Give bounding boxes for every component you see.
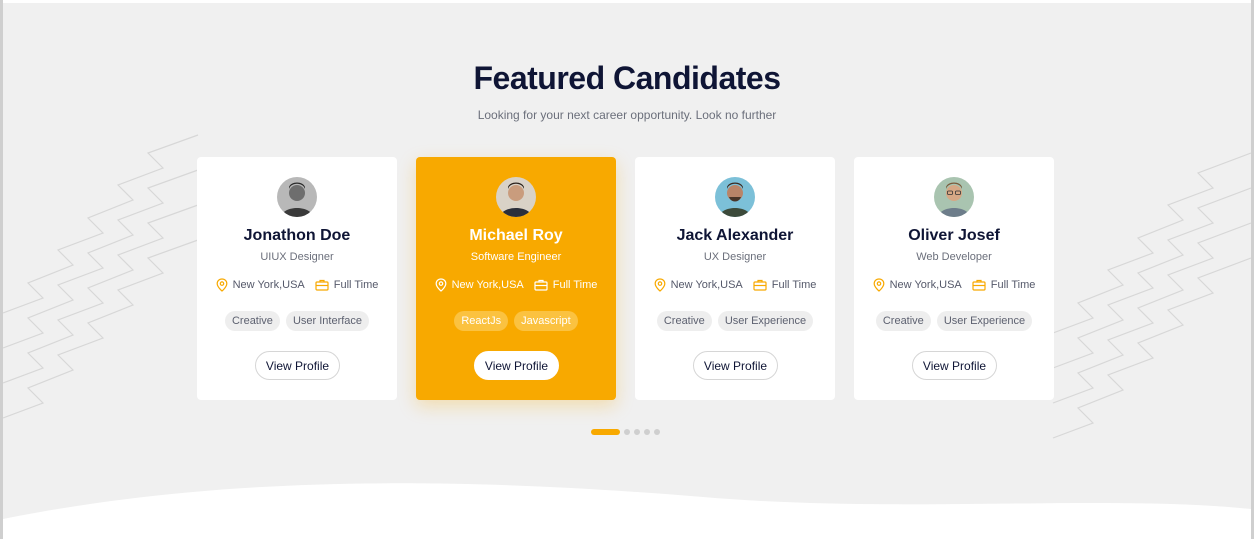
location-pin-icon [654, 278, 666, 292]
candidate-avatar [934, 177, 974, 217]
view-profile-button[interactable]: View Profile [255, 351, 340, 380]
pagination-dot-active[interactable] [591, 429, 620, 435]
candidate-location: New York,USA [232, 279, 305, 291]
skill-tag: Creative [224, 311, 280, 331]
skill-tag: ReactJs [454, 311, 509, 331]
candidate-role: Web Developer [916, 251, 992, 263]
bottom-wave [3, 483, 1251, 539]
candidate-card[interactable]: Jonathon Doe UIUX Designer New York,USA … [197, 157, 397, 400]
candidate-avatar [715, 177, 755, 217]
candidate-location: New York,USA [451, 279, 524, 291]
candidate-card[interactable]: Jack Alexander UX Designer New York,USA … [635, 157, 835, 400]
candidate-job-type: Full Time [552, 279, 598, 291]
candidate-avatar [496, 177, 536, 217]
skill-tag: User Interface [285, 311, 370, 331]
candidate-tags: Creative User Experience [635, 311, 835, 331]
candidate-tags: Creative User Interface [197, 311, 397, 331]
candidate-name: Jack Alexander [676, 227, 794, 244]
location-pin-icon [435, 278, 447, 292]
candidate-card-active[interactable]: Michael Roy Software Engineer New York,U… [416, 157, 616, 400]
candidate-role: Software Engineer [470, 251, 562, 263]
candidate-avatar [277, 177, 317, 217]
candidate-job-type: Full Time [771, 279, 817, 291]
candidate-job-type: Full Time [333, 279, 379, 291]
candidate-meta: New York,USA Full Time [416, 278, 616, 292]
section-title: Featured Candidates [473, 60, 781, 96]
skill-tag: Creative [656, 311, 712, 331]
pagination-dot[interactable] [644, 429, 650, 435]
briefcase-icon [972, 279, 986, 291]
skill-tag: Javascript [514, 311, 578, 331]
location-pin-icon [216, 278, 228, 292]
briefcase-icon [753, 279, 767, 291]
featured-candidates-section: Featured Candidates Looking for your nex… [3, 3, 1251, 539]
candidate-tags: ReactJs Javascript [416, 311, 616, 331]
candidate-meta: New York,USA Full Time [854, 278, 1054, 292]
view-profile-button[interactable]: View Profile [912, 351, 997, 380]
candidate-meta: New York,USA Full Time [197, 278, 397, 292]
skill-tag: User Experience [936, 311, 1033, 331]
pagination-dot[interactable] [624, 429, 630, 435]
section-subtitle: Looking for your next career opportunity… [477, 108, 777, 122]
candidate-location: New York,USA [889, 279, 962, 291]
candidate-name: Michael Roy [469, 227, 563, 244]
briefcase-icon [534, 279, 548, 291]
candidate-name: Oliver Josef [908, 227, 1000, 244]
carousel-pagination [591, 429, 660, 435]
candidate-job-type: Full Time [990, 279, 1036, 291]
view-profile-button[interactable]: View Profile [693, 351, 778, 380]
pagination-dot[interactable] [634, 429, 640, 435]
skill-tag: Creative [875, 311, 931, 331]
candidate-role: UX Designer [703, 251, 767, 263]
candidate-name: Jonathon Doe [243, 227, 351, 244]
candidate-role: UIUX Designer [260, 251, 334, 263]
candidate-location: New York,USA [670, 279, 743, 291]
candidate-card[interactable]: Oliver Josef Web Developer New York,USA … [854, 157, 1054, 400]
briefcase-icon [315, 279, 329, 291]
candidate-tags: Creative User Experience [854, 311, 1054, 331]
view-profile-button[interactable]: View Profile [474, 351, 559, 380]
candidate-meta: New York,USA Full Time [635, 278, 835, 292]
pagination-dot[interactable] [654, 429, 660, 435]
skill-tag: User Experience [717, 311, 814, 331]
location-pin-icon [873, 278, 885, 292]
